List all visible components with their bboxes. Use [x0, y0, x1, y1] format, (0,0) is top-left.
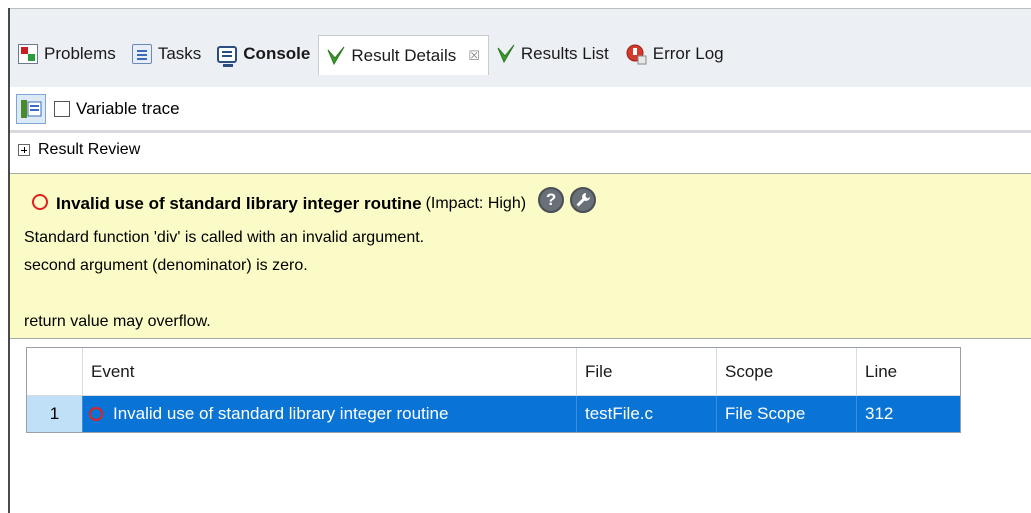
- console-icon: [217, 45, 238, 67]
- toolbar-divider: [10, 130, 1031, 133]
- tasks-icon: [131, 44, 152, 64]
- column-header-event[interactable]: Event: [83, 348, 577, 395]
- tab-result-details[interactable]: Result Details ☒: [318, 35, 489, 75]
- tab-problems[interactable]: Problems: [10, 35, 124, 73]
- problems-icon: [18, 44, 38, 64]
- tab-label: Results List: [520, 44, 609, 63]
- wrench-icon[interactable]: [570, 187, 597, 213]
- tab-results-list[interactable]: Results List: [489, 35, 617, 73]
- close-tab-icon[interactable]: ☒: [468, 48, 480, 64]
- tab-label: Error Log: [652, 44, 724, 63]
- checkmark-icon: [497, 44, 515, 64]
- tab-console[interactable]: Console: [209, 35, 318, 73]
- error-log-icon: [625, 43, 647, 65]
- tab-label: Tasks: [157, 44, 202, 63]
- result-review-label: Result Review: [38, 141, 141, 158]
- result-title: Invalid use of standard library integer …: [56, 194, 422, 213]
- tab-label: Console: [243, 44, 311, 63]
- column-header-scope[interactable]: Scope: [717, 348, 857, 395]
- event-cell: Invalid use of standard library integer …: [83, 396, 577, 432]
- result-message: second argument (denominator) is zero.: [24, 257, 308, 274]
- impact-label: (Impact: High): [425, 195, 527, 212]
- tab-error-log[interactable]: Error Log: [617, 35, 732, 73]
- row-index: 1: [27, 396, 83, 432]
- checkmark-icon: [327, 46, 345, 66]
- result-review-section[interactable]: Result Review: [18, 141, 140, 159]
- line-cell: 312: [865, 404, 894, 423]
- result-details-box: Invalid use of standard library integer …: [10, 173, 1031, 339]
- scope-cell: File Scope: [717, 396, 857, 432]
- variable-trace-label: Variable trace: [76, 99, 180, 118]
- toolbar: Variable trace: [16, 89, 180, 129]
- results-panel: Problems Tasks Console Result Details ☒: [0, 0, 1031, 513]
- result-title-row: Invalid use of standard library integer …: [32, 187, 597, 214]
- tab-tasks[interactable]: Tasks: [124, 35, 209, 73]
- column-header-line[interactable]: Line: [857, 348, 960, 395]
- event-text: Invalid use of standard library integer …: [113, 404, 449, 423]
- help-icon[interactable]: ?: [538, 187, 565, 213]
- tab-label: Problems: [44, 44, 116, 63]
- red-circle-icon: [89, 407, 103, 421]
- column-header-index[interactable]: [27, 348, 83, 395]
- file-cell: testFile.c: [577, 396, 717, 432]
- tab-label: Result Details: [351, 45, 457, 65]
- event-table: Event File Scope Line 1 Invalid use of s…: [26, 347, 961, 433]
- red-circle-icon: [32, 194, 48, 210]
- variable-trace-checkbox[interactable]: [54, 101, 70, 117]
- trace-view-icon: [21, 100, 42, 118]
- expand-icon[interactable]: [18, 144, 30, 156]
- column-header-file[interactable]: File: [577, 348, 717, 395]
- tab-bar: Problems Tasks Console Result Details ☒: [10, 9, 1031, 87]
- result-message: return value may overflow.: [24, 313, 211, 330]
- table-header: Event File Scope Line: [27, 348, 960, 396]
- table-row[interactable]: 1 Invalid use of standard library intege…: [27, 396, 960, 432]
- show-trace-button[interactable]: [16, 94, 46, 124]
- result-message: Standard function 'div' is called with a…: [24, 229, 425, 246]
